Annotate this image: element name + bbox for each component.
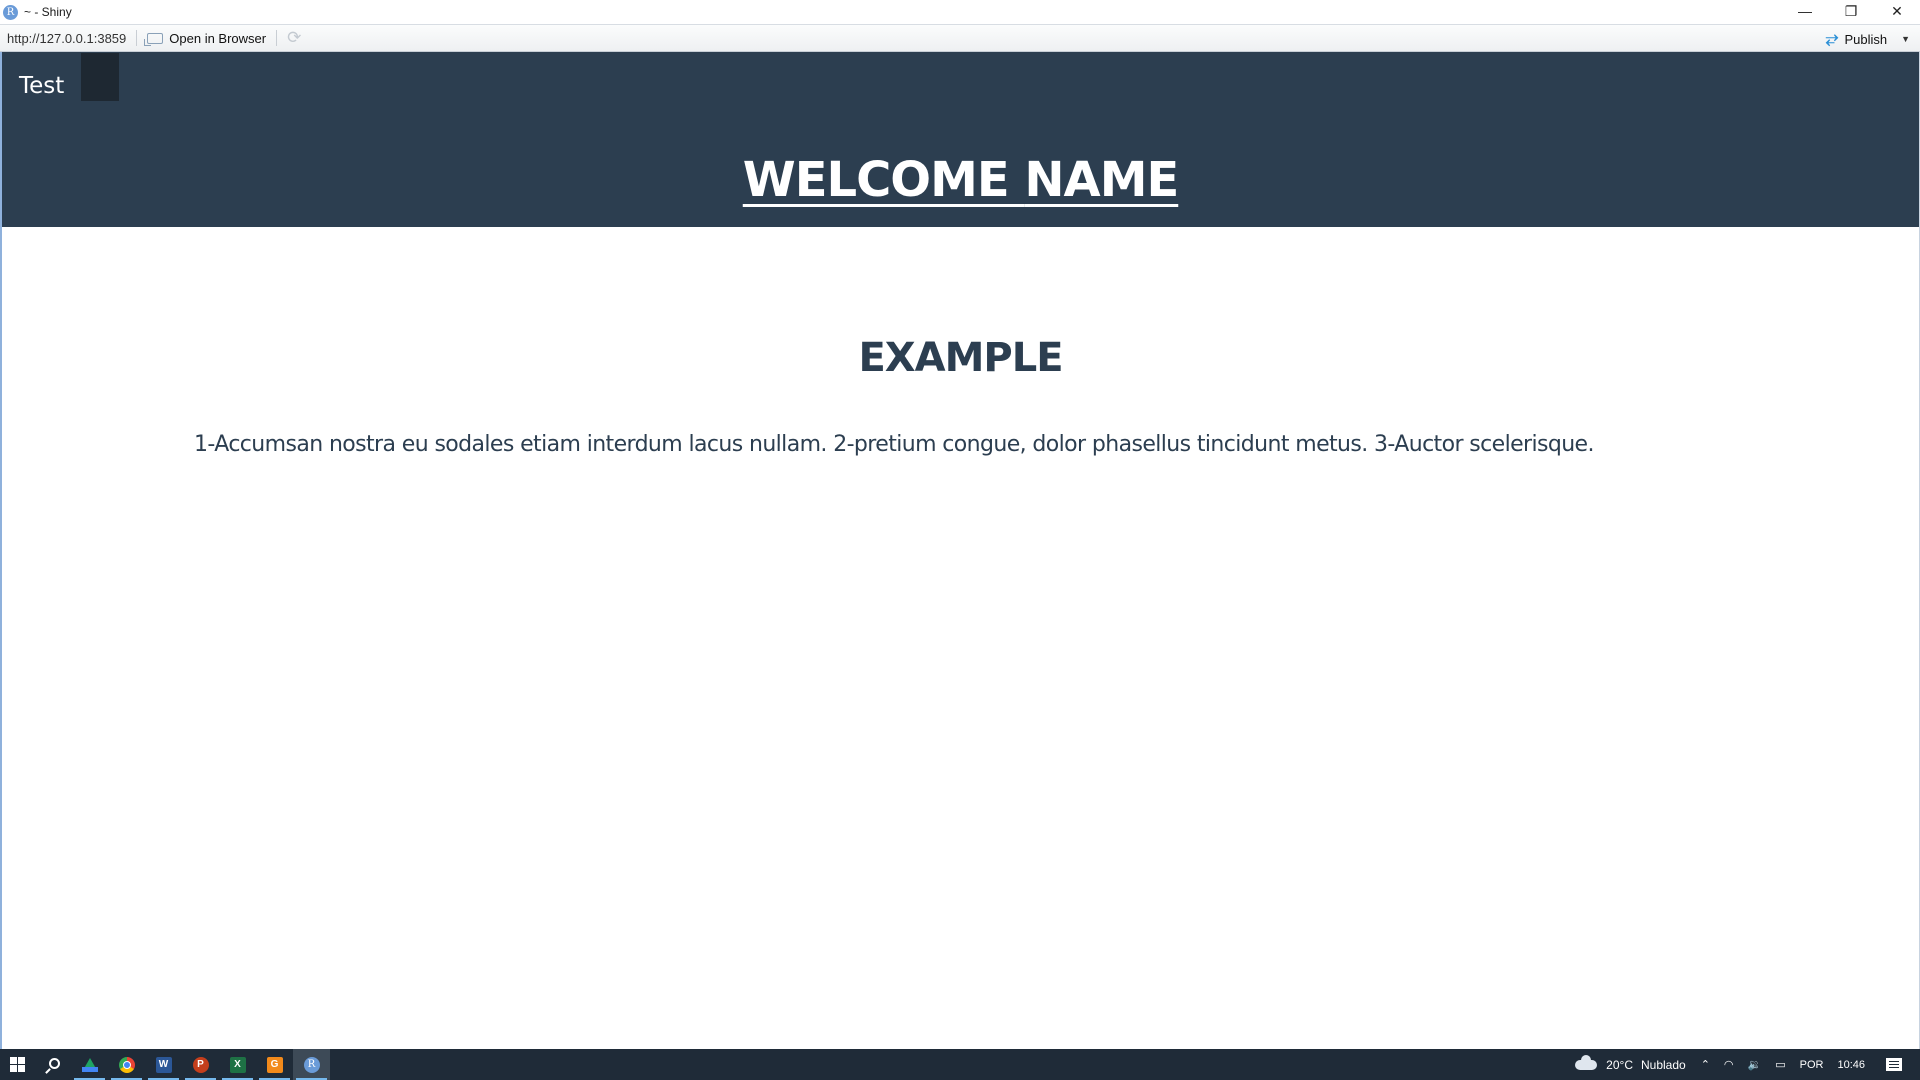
welcome-prefix: WELCOME [742, 152, 1025, 208]
taskbar-app-word[interactable]: W [145, 1049, 182, 1080]
publish-icon: ⥂ [1825, 30, 1839, 47]
weather-temperature[interactable]: 20°C [1606, 1058, 1633, 1072]
taskbar-search-button[interactable] [34, 1049, 71, 1080]
g-app-icon: G [266, 1056, 283, 1073]
window-title: ~ - Shiny [24, 5, 72, 19]
wifi-icon[interactable]: ◠ [1724, 1058, 1734, 1071]
restore-button[interactable]: ❐ [1828, 0, 1874, 22]
system-tray: 20°C Nublado ⌃ ◠ 🔉 ▭ POR 10:46 [1575, 1049, 1920, 1080]
weather-condition[interactable]: Nublado [1641, 1058, 1686, 1072]
taskbar-app-chrome[interactable] [108, 1049, 145, 1080]
app-navbar: Test WELCOME NAME [2, 52, 1919, 227]
start-button[interactable] [0, 1049, 34, 1080]
publish-button[interactable]: ⥂ Publish ▼ [1826, 25, 1910, 53]
minimize-button[interactable]: — [1782, 0, 1828, 22]
cloud-icon[interactable] [1575, 1054, 1598, 1070]
chevron-down-icon[interactable]: ▼ [1901, 34, 1910, 44]
toolbar-divider [136, 30, 138, 46]
window-titlebar: R ~ - Shiny — ❐ ✕ [0, 0, 1920, 24]
taskbar-app-google-drive[interactable] [71, 1049, 108, 1080]
window-controls: — ❐ ✕ [1782, 0, 1920, 24]
welcome-name: NAME [1024, 152, 1179, 208]
taskbar-app-g[interactable]: G [256, 1049, 293, 1080]
open-in-browser-icon [144, 32, 164, 46]
viewer-toolbar: http://127.0.0.1:3859 Open in Browser ⟳ … [0, 24, 1920, 52]
welcome-heading: WELCOME NAME [2, 152, 1919, 208]
toolbar-divider [276, 30, 278, 46]
search-icon [48, 1057, 60, 1069]
section-title: EXAMPLE [858, 335, 1063, 381]
rstudio-app-icon: R [3, 4, 18, 20]
excel-icon: X [229, 1056, 246, 1073]
rstudio-icon: R [303, 1056, 320, 1073]
refresh-icon[interactable]: ⟳ [287, 28, 301, 48]
navbar-brand[interactable]: Test [19, 73, 64, 99]
taskbar-app-powerpoint[interactable]: P [182, 1049, 219, 1080]
battery-icon[interactable]: ▭ [1775, 1058, 1785, 1071]
shiny-app-viewport: Test WELCOME NAME EXAMPLE 1-Accumsan nos… [0, 52, 1920, 1049]
content-paragraph: 1-Accumsan nostra eu sodales etiam inter… [194, 432, 1594, 457]
word-icon: W [155, 1056, 172, 1073]
google-drive-icon [81, 1057, 98, 1072]
close-button[interactable]: ✕ [1874, 0, 1920, 22]
notifications-icon[interactable] [1886, 1058, 1902, 1071]
windows-taskbar: W P X G R 20°C Nublado ⌃ ◠ 🔉 ▭ POR 10:46 [0, 1049, 1920, 1080]
volume-icon[interactable]: 🔉 [1748, 1058, 1762, 1071]
language-indicator[interactable]: POR [1800, 1059, 1824, 1071]
open-in-browser-button[interactable]: Open in Browser [144, 30, 267, 46]
chrome-icon [118, 1056, 135, 1073]
publish-label: Publish [1844, 31, 1888, 47]
taskbar-app-rstudio[interactable]: R [293, 1049, 330, 1080]
taskbar-app-excel[interactable]: X [219, 1049, 256, 1080]
clock[interactable]: 10:46 [1837, 1059, 1865, 1071]
show-hidden-icons-chevron-icon[interactable]: ⌃ [1701, 1058, 1710, 1071]
powerpoint-icon: P [192, 1056, 209, 1073]
windows-logo-icon [9, 1057, 25, 1072]
navbar-tab-placeholder[interactable] [81, 53, 119, 101]
url-label: http://127.0.0.1:3859 [7, 30, 127, 46]
open-in-browser-label: Open in Browser [169, 30, 267, 46]
